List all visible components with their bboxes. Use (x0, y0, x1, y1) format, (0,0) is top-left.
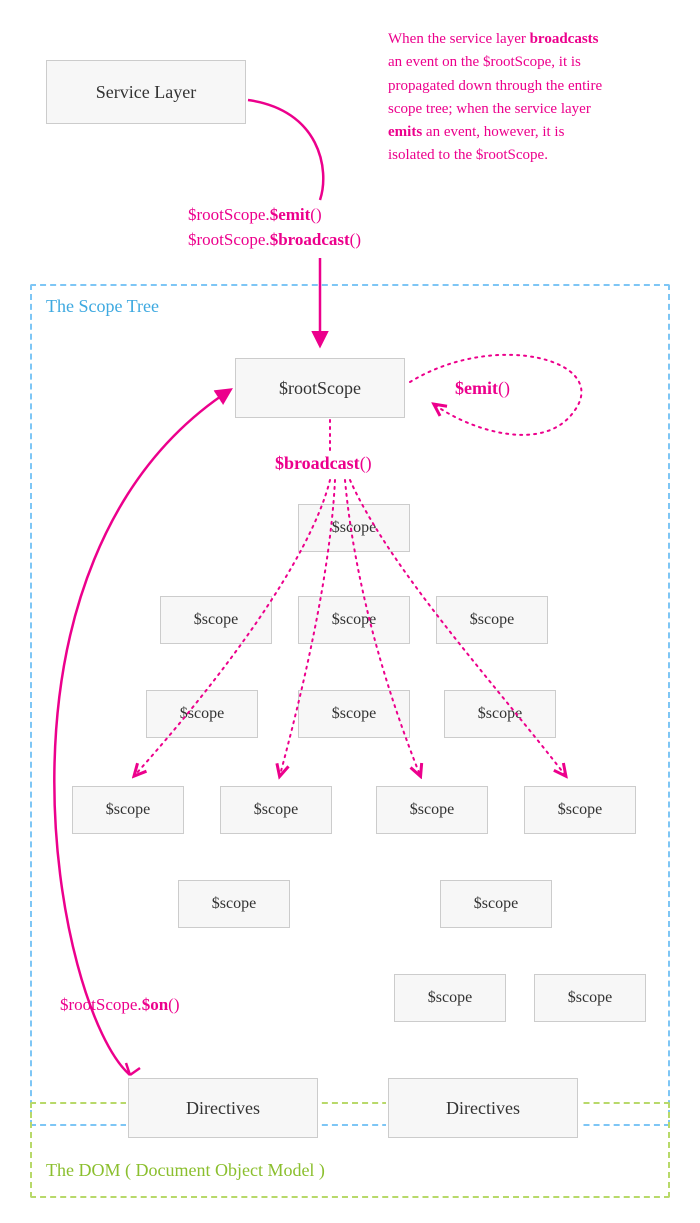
scope-tree-label: The Scope Tree (46, 296, 159, 317)
scope-label: $scope (428, 989, 472, 1007)
scope-box: $scope (440, 880, 552, 928)
on-call-b: $on (142, 995, 168, 1014)
scope-box: $scope (146, 690, 258, 738)
bcast-label-a: $broadcast (275, 453, 360, 473)
scope-box: $scope (436, 596, 548, 644)
scope-box: $scope (444, 690, 556, 738)
on-call-a: $rootScope. (60, 995, 142, 1014)
scope-label: $scope (474, 895, 518, 913)
scope-label: $scope (212, 895, 256, 913)
bcast-call-a: $rootScope. (188, 230, 270, 249)
dom-label: The DOM ( Document Object Model ) (46, 1160, 325, 1181)
scope-box: $scope (220, 786, 332, 834)
scope-box: $scope (524, 786, 636, 834)
emit-call-c: () (310, 205, 321, 224)
desc-l5a: emits (388, 124, 422, 140)
scope-label: $scope (332, 519, 376, 537)
bcast-call-b: $broadcast (270, 230, 350, 249)
scope-label: $scope (194, 611, 238, 629)
desc-l6: isolated to the $rootScope. (388, 147, 548, 163)
desc-l4: scope tree; when the service layer (388, 101, 591, 117)
directives-label: Directives (446, 1098, 520, 1119)
scope-box: $scope (298, 504, 410, 552)
emit-call-b: $emit (270, 205, 311, 224)
desc-l1a: When the service layer (388, 31, 530, 47)
bcast-call-c: () (350, 230, 361, 249)
scope-box: $scope (534, 974, 646, 1022)
bcast-label-b: () (360, 453, 372, 473)
dom-label-text: The DOM ( Document Object Model ) (46, 1160, 325, 1180)
description-text: When the service layer broadcasts an eve… (388, 28, 683, 168)
emit-loop-label: $emit() (455, 378, 510, 399)
scope-label: $scope (180, 705, 224, 723)
rootscope-broadcast-call: $rootScope.$broadcast() (188, 230, 361, 250)
rootscope-emit-call: $rootScope.$emit() (188, 205, 322, 225)
scope-label: $scope (410, 801, 454, 819)
rootscope-on-call: $rootScope.$on() (60, 995, 179, 1015)
scope-label: $scope (332, 611, 376, 629)
scope-label: $scope (106, 801, 150, 819)
service-layer-label: Service Layer (96, 82, 196, 103)
scope-label: $scope (568, 989, 612, 1007)
service-layer-box: Service Layer (46, 60, 246, 124)
scope-tree-label-text: The Scope Tree (46, 296, 159, 316)
scope-label: $scope (254, 801, 298, 819)
emit-loop-b: () (498, 378, 510, 398)
emit-call-a: $rootScope. (188, 205, 270, 224)
scope-box: $scope (298, 596, 410, 644)
scope-box: $scope (72, 786, 184, 834)
desc-l5b: an event, however, it is (422, 124, 564, 140)
directives-box: Directives (128, 1078, 318, 1138)
desc-l2: an event on the $rootScope, it is (388, 54, 581, 70)
scope-box: $scope (376, 786, 488, 834)
scope-label: $scope (470, 611, 514, 629)
rootscope-box: $rootScope (235, 358, 405, 418)
rootscope-label: $rootScope (279, 378, 361, 399)
desc-l3: propagated down through the entire (388, 78, 602, 94)
scope-label: $scope (478, 705, 522, 723)
scope-label: $scope (332, 705, 376, 723)
desc-l1b: broadcasts (530, 31, 599, 47)
directives-label: Directives (186, 1098, 260, 1119)
on-call-c: () (168, 995, 179, 1014)
directives-box: Directives (388, 1078, 578, 1138)
scope-box: $scope (178, 880, 290, 928)
scope-label: $scope (558, 801, 602, 819)
emit-loop-a: $emit (455, 378, 498, 398)
scope-box: $scope (298, 690, 410, 738)
scope-box: $scope (160, 596, 272, 644)
scope-box: $scope (394, 974, 506, 1022)
broadcast-label: $broadcast() (275, 453, 372, 474)
